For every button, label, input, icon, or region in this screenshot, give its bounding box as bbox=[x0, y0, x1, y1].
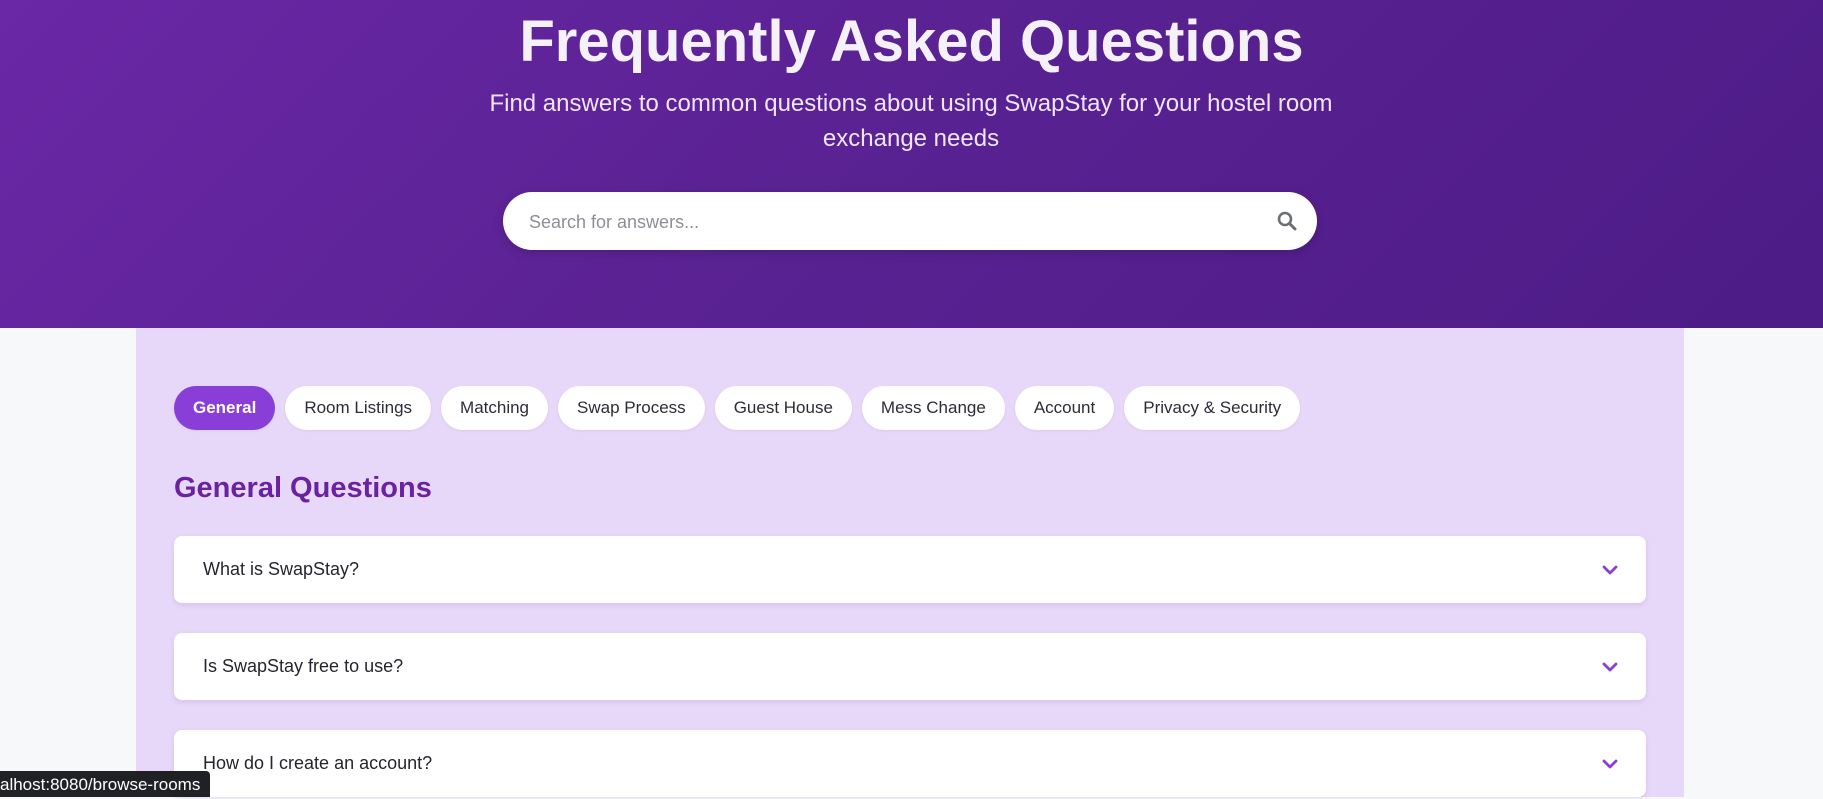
chevron-down-icon[interactable] bbox=[1600, 754, 1620, 774]
tab-swap-process[interactable]: Swap Process bbox=[558, 386, 705, 430]
hero-banner: Frequently Asked Questions Find answers … bbox=[0, 0, 1823, 328]
faq-question: How do I create an account? bbox=[203, 753, 433, 773]
tab-privacy-security[interactable]: Privacy & Security bbox=[1124, 386, 1301, 430]
section-title: General Questions bbox=[174, 472, 432, 504]
faq-question: Is SwapStay free to use? bbox=[203, 656, 404, 676]
faq-item-what-is-swapstay[interactable]: What is SwapStay? bbox=[174, 536, 1646, 603]
page-subtitle: Find answers to common questions about u… bbox=[489, 90, 1333, 152]
search-icon[interactable] bbox=[1275, 209, 1299, 233]
chevron-down-icon[interactable] bbox=[1600, 560, 1620, 580]
tab-account[interactable]: Account bbox=[1014, 386, 1115, 430]
faq-question: What is SwapStay? bbox=[203, 559, 360, 579]
page-title: Frequently Asked Questions bbox=[519, 9, 1304, 74]
faq-panel: General Room Listings Matching Swap Proc… bbox=[136, 328, 1684, 797]
tab-matching[interactable]: Matching bbox=[441, 386, 549, 430]
category-tabs: General Room Listings Matching Swap Proc… bbox=[174, 386, 1301, 430]
faq-item-create-account[interactable]: How do I create an account? bbox=[174, 730, 1646, 797]
tab-general[interactable]: General bbox=[174, 386, 276, 430]
tab-room-listings[interactable]: Room Listings bbox=[285, 386, 432, 430]
faq-item-is-free[interactable]: Is SwapStay free to use? bbox=[174, 633, 1646, 700]
link-status-url: alhost:8080/browse-rooms bbox=[0, 771, 211, 797]
tab-mess-change[interactable]: Mess Change bbox=[861, 386, 1005, 430]
tab-guest-house[interactable]: Guest House bbox=[714, 386, 852, 430]
chevron-down-icon[interactable] bbox=[1600, 657, 1620, 677]
search-input[interactable] bbox=[527, 192, 1251, 252]
search-bar bbox=[503, 192, 1317, 252]
